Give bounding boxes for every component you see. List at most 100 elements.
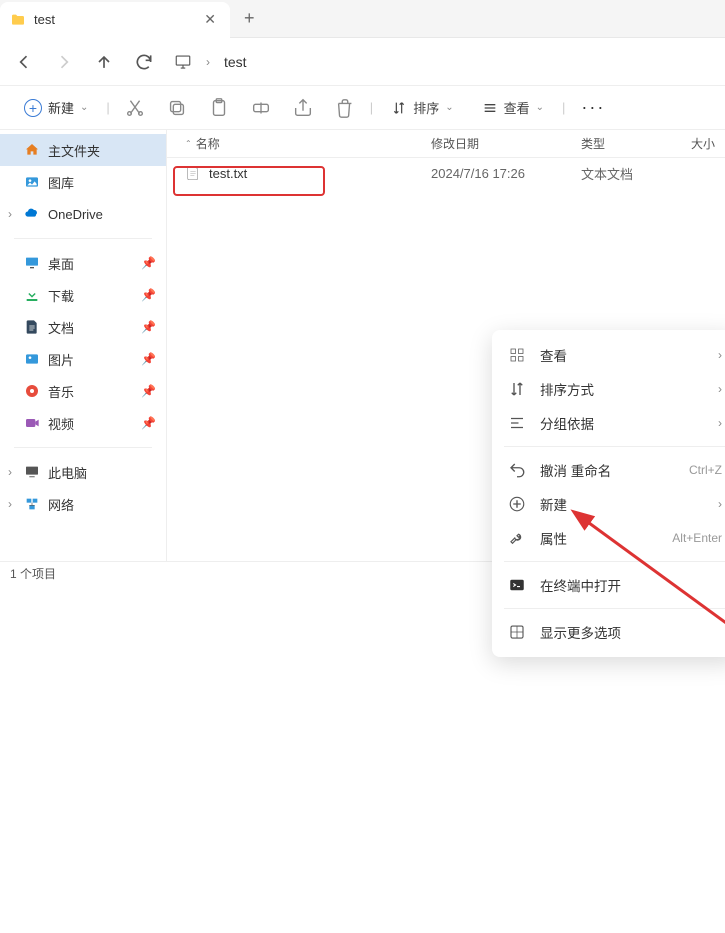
sidebar-item-thispc[interactable]: 此电脑 — [0, 456, 166, 488]
view-button[interactable]: 查看 ⌄ — [472, 94, 554, 121]
context-item-sort[interactable]: 排序方式 › — [492, 372, 725, 406]
column-type[interactable]: 类型 — [581, 135, 691, 152]
chevron-down-icon: ⌄ — [445, 102, 453, 113]
pin-icon: 📌 — [141, 352, 156, 366]
chevron-right-icon: › — [718, 416, 722, 430]
tab[interactable]: test ✕ — [0, 2, 230, 38]
chevron-right-icon: › — [718, 382, 722, 396]
network-icon — [24, 496, 40, 512]
home-icon — [24, 142, 40, 158]
cut-icon[interactable] — [124, 97, 146, 119]
chevron-right-icon: › — [718, 348, 722, 362]
column-date[interactable]: 修改日期 — [431, 135, 581, 152]
sidebar-item-onedrive[interactable]: OneDrive — [0, 198, 166, 230]
file-row[interactable]: test.txt 2024/7/16 17:26 文本文档 — [167, 158, 725, 188]
divider: | — [106, 100, 109, 115]
sort-caret-icon: ⌃ — [185, 139, 192, 148]
paste-icon[interactable] — [208, 97, 230, 119]
breadcrumb-item[interactable]: test — [224, 54, 247, 70]
pin-icon: 📌 — [141, 320, 156, 334]
sidebar-item-label: OneDrive — [48, 207, 103, 222]
column-headers: ⌃名称 修改日期 类型 大小 — [167, 130, 725, 158]
breadcrumb[interactable]: › test — [174, 53, 711, 71]
context-item-properties[interactable]: 属性 Alt+Enter — [492, 521, 725, 555]
more-button[interactable]: ··· — [573, 93, 613, 122]
sidebar-item-label: 网络 — [48, 495, 74, 514]
divider: | — [370, 100, 373, 115]
sort-icon — [508, 380, 526, 398]
refresh-button[interactable] — [134, 52, 154, 72]
divider — [504, 608, 725, 609]
sidebar-item-downloads[interactable]: 下载 📌 — [0, 279, 166, 311]
share-icon[interactable] — [292, 97, 314, 119]
new-button[interactable]: + 新建 ⌄ — [14, 94, 98, 121]
copy-icon[interactable] — [166, 97, 188, 119]
document-icon — [24, 319, 40, 335]
sidebar-item-desktop[interactable]: 桌面 📌 — [0, 247, 166, 279]
sidebar-item-documents[interactable]: 文档 📌 — [0, 311, 166, 343]
sidebar-item-pictures[interactable]: 图片 📌 — [0, 343, 166, 375]
sidebar-item-label: 此电脑 — [48, 463, 87, 482]
divider — [14, 238, 152, 239]
undo-icon — [508, 461, 526, 479]
video-icon — [24, 415, 40, 431]
gallery-icon — [24, 174, 40, 190]
file-type: 文本文档 — [581, 164, 691, 183]
more-icon — [508, 623, 526, 641]
pin-icon: 📌 — [141, 416, 156, 430]
sidebar-item-network[interactable]: 网络 — [0, 488, 166, 520]
tab-title: test — [34, 12, 196, 27]
sidebar-item-videos[interactable]: 视频 📌 — [0, 407, 166, 439]
pin-icon: 📌 — [141, 288, 156, 302]
column-name[interactable]: ⌃名称 — [185, 135, 431, 152]
onedrive-icon — [24, 206, 40, 222]
close-icon[interactable]: ✕ — [204, 11, 216, 28]
up-button[interactable] — [94, 52, 114, 72]
chevron-right-icon: › — [718, 497, 722, 511]
delete-icon[interactable] — [334, 97, 356, 119]
status-text: 1 个项目 — [10, 565, 56, 582]
view-button-label: 查看 — [504, 98, 530, 117]
sidebar-item-label: 音乐 — [48, 382, 74, 401]
sidebar-item-label: 图库 — [48, 173, 74, 192]
context-item-more[interactable]: 显示更多选项 — [492, 615, 725, 649]
textfile-icon — [185, 165, 201, 181]
context-item-group[interactable]: 分组依据 › — [492, 406, 725, 440]
sort-button[interactable]: 排序 ⌄ — [381, 94, 463, 121]
music-icon — [24, 383, 40, 399]
sidebar-item-gallery[interactable]: 图库 — [0, 166, 166, 198]
divider — [504, 446, 725, 447]
navbar: › test — [0, 38, 725, 86]
forward-button[interactable] — [54, 52, 74, 72]
column-size[interactable]: 大小 — [691, 135, 715, 152]
file-list: ⌃名称 修改日期 类型 大小 test.txt 2024/7/16 17:26 … — [167, 130, 725, 561]
context-item-view[interactable]: 查看 › — [492, 338, 725, 372]
new-button-label: 新建 — [48, 98, 74, 117]
rename-icon[interactable] — [250, 97, 272, 119]
divider — [14, 447, 152, 448]
computer-icon — [24, 464, 40, 480]
download-icon — [24, 287, 40, 303]
sidebar-item-label: 主文件夹 — [48, 141, 100, 160]
folder-icon — [10, 12, 26, 28]
back-button[interactable] — [14, 52, 34, 72]
sidebar: 主文件夹 图库 OneDrive 桌面 📌 下载 📌 文档 📌 图片 — [0, 130, 167, 561]
sidebar-item-label: 文档 — [48, 318, 74, 337]
sort-button-label: 排序 — [413, 98, 439, 117]
context-item-undo[interactable]: 撤消 重命名 Ctrl+Z — [492, 453, 725, 487]
pin-icon: 📌 — [141, 256, 156, 270]
sidebar-item-label: 图片 — [48, 350, 74, 369]
file-name: test.txt — [209, 166, 247, 181]
divider — [504, 561, 725, 562]
context-item-terminal[interactable]: 在终端中打开 — [492, 568, 725, 602]
desktop-icon — [24, 255, 40, 271]
chevron-down-icon: ⌄ — [80, 102, 88, 113]
new-tab-button[interactable]: + — [230, 8, 269, 29]
chevron-down-icon: ⌄ — [536, 102, 544, 113]
sidebar-item-label: 下载 — [48, 286, 74, 305]
sidebar-item-label: 视频 — [48, 414, 74, 433]
sidebar-item-music[interactable]: 音乐 📌 — [0, 375, 166, 407]
context-item-new[interactable]: 新建 › — [492, 487, 725, 521]
context-menu: 查看 › 排序方式 › 分组依据 › 撤消 重命名 Ctrl+Z 新建 — [492, 330, 725, 657]
sidebar-item-home[interactable]: 主文件夹 — [0, 134, 166, 166]
